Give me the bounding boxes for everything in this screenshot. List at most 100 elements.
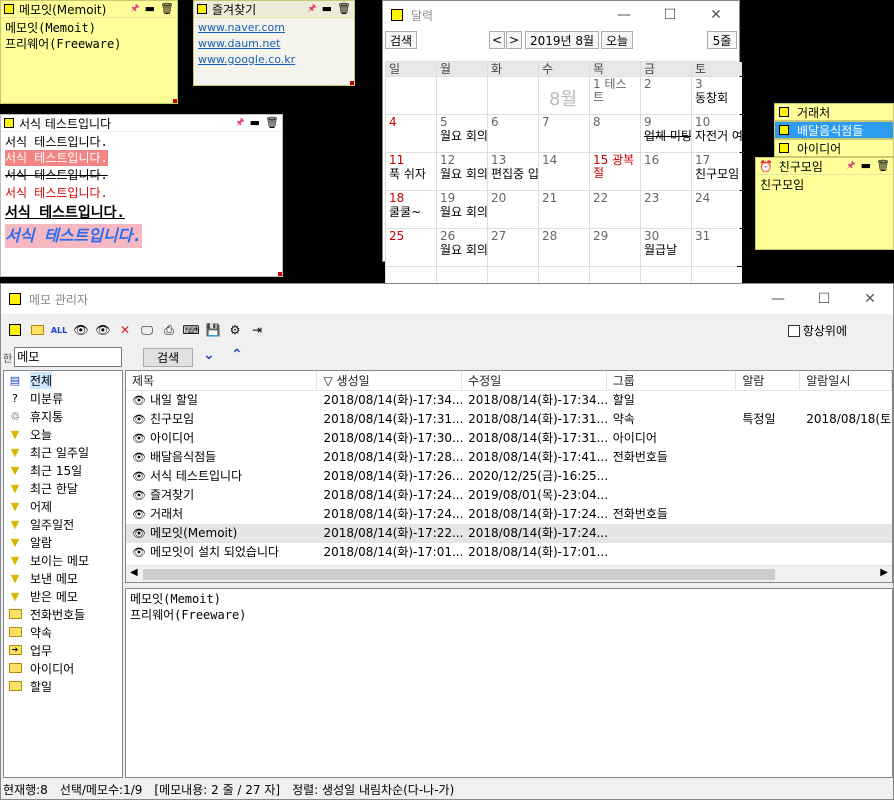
col-modified[interactable]: 수정일 [462,371,607,390]
calendar-day-cell[interactable] [437,77,487,114]
calendar-day-cell[interactable]: 6 [488,115,538,152]
resize-handle[interactable] [278,272,282,276]
calendar-day-cell[interactable]: 31 [692,229,742,266]
pin-icon[interactable]: 🖈 [130,1,139,18]
calendar-day-cell[interactable]: 8월 [539,77,589,114]
memo-note-friends[interactable]: ⏰ 친구모임 🖈 ▬ 🗑 친구모임 [755,157,894,250]
show-all-icon[interactable]: ALL [51,322,67,338]
table-row[interactable]: 👁 배달음식점들 2018/08/14(화)-17:28... 2018/08/14(… [126,448,892,467]
visible-eye-icon[interactable]: 👁 [132,451,146,464]
search-up-icon[interactable]: ⌃ [231,347,243,363]
delete-icon[interactable]: 🗑 [265,117,279,128]
calendar-day-cell[interactable]: 16 [641,153,691,190]
minimize-button[interactable]: — [755,291,801,307]
calendar-titlebar[interactable]: 달력 — ☐ ✕ [383,1,739,29]
sidebar-item[interactable]: ▼ 보낸 메모 [4,569,122,587]
minimize-button[interactable]: — [601,7,647,23]
prev-month-button[interactable]: < [489,31,505,49]
delete-icon[interactable]: 🗑 [160,3,174,14]
delete-icon[interactable]: 🗑 [876,160,890,171]
sidebar-item[interactable]: ▼ 최근 15일 [4,461,122,479]
memo-note-favorites[interactable]: 즐겨찾기 🖈 ▬ 🗑 www.naver.com www.daum.net www.… [193,0,355,86]
new-folder-icon[interactable] [29,322,45,338]
note-titlebar[interactable]: ⏰ 친구모임 🖈 ▬ 🗑 [756,158,893,175]
calendar-day-cell[interactable]: 7 [539,115,589,152]
pin-icon[interactable]: 🖈 [307,1,316,18]
col-title[interactable]: 제목 [126,371,318,390]
calendar-day-cell[interactable]: 27 [488,229,538,266]
note-body[interactable]: 친구모임 [756,175,893,195]
week-rows-button[interactable]: 5줄 [707,31,737,49]
calendar-day-cell[interactable]: 10자전거 여행 [692,115,742,152]
note-color-icon[interactable] [4,4,14,14]
note-titlebar[interactable]: 서식 테스트입니다 🖈 ▬ 🗑 [1,115,282,132]
sidebar-item[interactable]: 할일 [4,677,122,695]
scroll-left-icon[interactable]: ◀ [130,567,138,578]
next-month-button[interactable]: > [506,31,522,49]
link-google[interactable]: www.google.co.kr [198,52,350,68]
calendar-day-cell[interactable]: 17 친구모임 [692,153,742,190]
visible-eye-icon[interactable]: 👁 [132,527,146,540]
calendar-day-cell[interactable]: 21 [539,191,589,228]
manager-titlebar[interactable]: 메모 관리자 — ☐ ✕ [1,284,893,314]
memo-note-format-test[interactable]: 서식 테스트입니다 🖈 ▬ 🗑 서식 테스트입니다. 서식 테스트입니다. 서식 테… [0,114,283,277]
pin-icon[interactable]: 🖈 [846,158,855,175]
table-row[interactable]: 👁 친구모임 2018/08/14(화)-17:31... 2018/08/14(화)… [126,410,892,429]
calendar-day-cell[interactable]: 30 월급날 [641,229,691,266]
col-created[interactable]: ▽ 생성일 [317,371,463,390]
screen-icon[interactable]: 🖵 [139,322,155,338]
sidebar-item[interactable]: ▼ 일주일전 [4,515,122,533]
delete-icon[interactable]: 🗑 [337,3,351,14]
always-on-top-toggle[interactable]: 항상위에 [787,322,847,339]
note-color-icon[interactable] [197,4,207,14]
visible-eye-icon[interactable]: 👁 [132,413,146,426]
table-row[interactable]: 👁 아이디어 2018/08/14(화)-17:30... 2018/08/14(화)… [126,429,892,448]
sidebar-item[interactable]: ➜ 업무 [4,641,122,659]
resize-handle[interactable] [350,81,354,85]
sidebar-item[interactable]: ♲ 휴지통 [4,407,122,425]
col-alarm-at[interactable]: 알람일시 [800,371,892,390]
table-row[interactable]: 👁 서식 테스트입니다 2018/08/14(화)-17:26... 2020/12/… [126,467,892,486]
calendar-day-cell[interactable]: 15 광복절 [590,153,640,190]
table-row[interactable]: 👁 메모잇(Memoit) 2018/08/14(화)-17:22... 2018/0… [126,524,892,543]
memo-manager-window[interactable]: 메모 관리자 — ☐ ✕ ALL 👁 👁 ✕ 🖵 ⎙ ⌨ 💾 ⚙ ⇥ 항상위에 … [0,283,894,800]
table-row[interactable]: 👁 내일 할일 2018/08/14(화)-17:34... 2018/08/14(화… [126,391,892,410]
link-naver[interactable]: www.naver.com [198,20,350,36]
visible-eye-icon[interactable]: 👁 [132,394,146,407]
search-input[interactable]: 메모 [14,347,123,367]
table-row[interactable]: 👁 거래처 2018/08/14(화)-17:24... 2018/08/14(화)-… [126,505,892,524]
calendar-day-cell[interactable]: 8 [590,115,640,152]
export-icon[interactable]: ⎙ [161,322,177,338]
calendar-day-cell[interactable]: 18 쿨쿨~ [386,191,436,228]
calendar-day-cell[interactable]: 26 월요 회의 [437,229,487,266]
sidebar-item[interactable]: ▤ 전체 [4,371,122,389]
sidebar-item[interactable]: 약속 [4,623,122,641]
calendar-day-cell[interactable]: 4 [386,115,436,152]
sidebar-item[interactable]: ▼ 어제 [4,497,122,515]
exit-icon[interactable]: ⇥ [249,322,265,338]
minimize-icon[interactable]: ▬ [145,3,155,14]
sidebar-item[interactable]: ▼ 오늘 [4,425,122,443]
resize-handle[interactable] [173,99,177,103]
calendar-day-cell[interactable]: 19 월요 회의 [437,191,487,228]
sidebar-item[interactable]: 아이디어 [4,659,122,677]
calendar-day-cell[interactable]: 22 [590,191,640,228]
note-body[interactable]: 메모잇(Memoit) 프리웨어(Freeware) [1,18,177,54]
visible-eye-icon[interactable]: 👁 [132,546,146,559]
calendar-day-cell[interactable]: 20 [488,191,538,228]
close-button[interactable]: ✕ [693,7,739,23]
note-tab-delivery[interactable]: 배달음식점들 [774,121,894,139]
maximize-button[interactable]: ☐ [801,291,847,307]
keyboard-icon[interactable]: ⌨ [182,322,199,338]
note-color-icon[interactable] [4,118,14,128]
calendar-day-cell[interactable] [386,77,436,114]
close-button[interactable]: ✕ [847,291,893,307]
sidebar-item[interactable]: 전화번호들 [4,605,122,623]
sidebar-item[interactable]: ▼ 최근 일주일 [4,443,122,461]
visible-eye-icon[interactable]: 👁 [132,470,146,483]
calendar-day-cell[interactable]: 14 [539,153,589,190]
note-titlebar[interactable]: 메모잇(Memoit) 🖈 ▬ 🗑 [1,1,177,18]
calendar-window[interactable]: 달력 — ☐ ✕ 검색 < > 2019년 8월 오늘 5줄 일 월 화 수 목 금 토 8월… [382,0,742,305]
col-alarm[interactable]: 알람 [736,371,801,390]
search-button[interactable]: 검색 [143,348,193,367]
